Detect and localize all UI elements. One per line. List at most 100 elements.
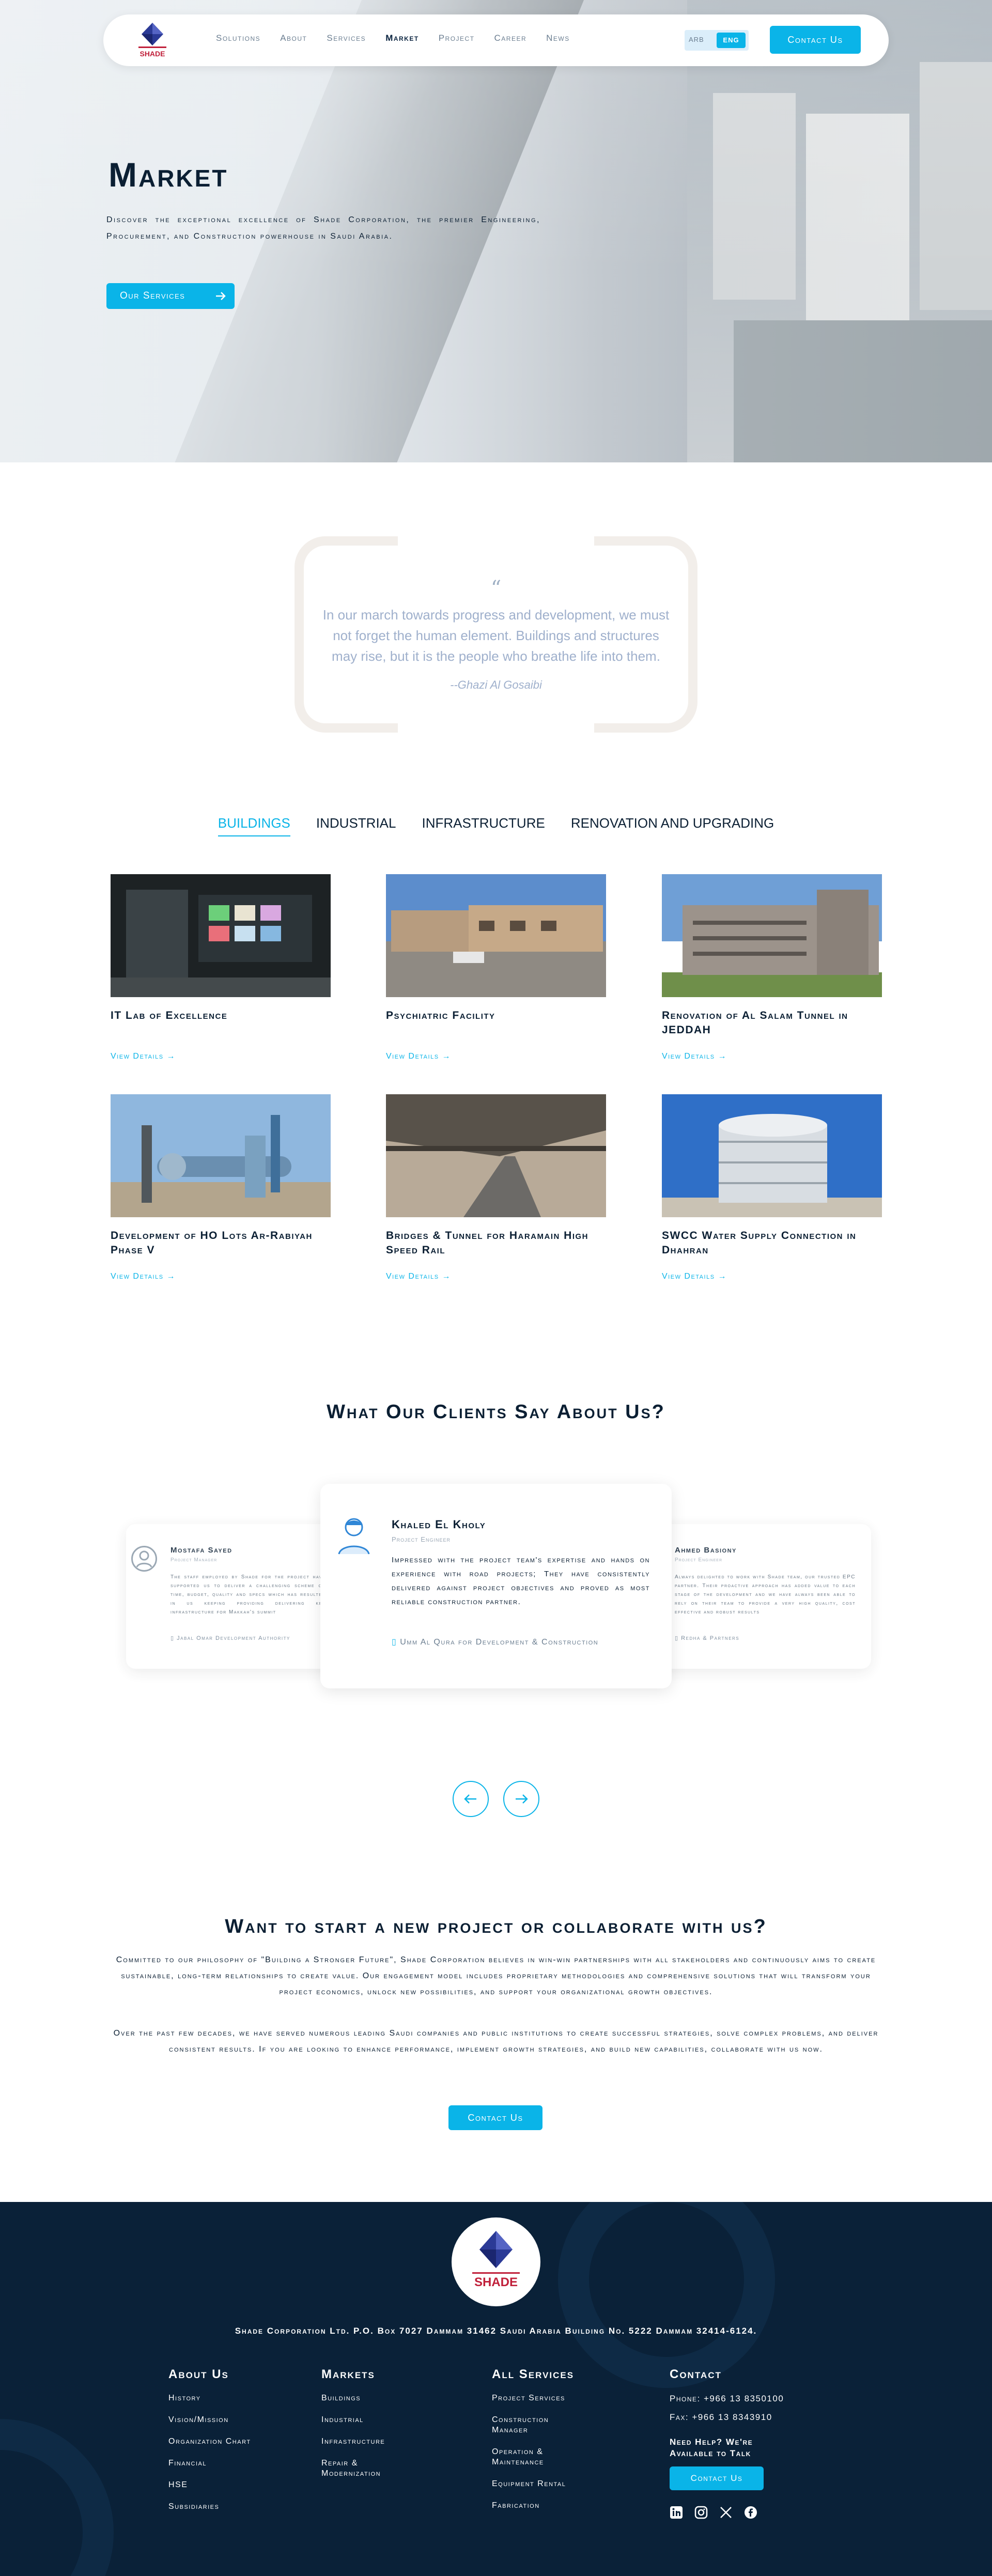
view-details-link[interactable]: View Details → (662, 1272, 727, 1281)
arrow-right-icon: → (166, 1272, 176, 1281)
social-links (670, 2506, 835, 2519)
arrow-left-icon (464, 1794, 476, 1804)
footer-link[interactable]: Equipment Rental (492, 2479, 606, 2489)
arrow-right-icon (516, 1794, 528, 1804)
linkedin-icon[interactable] (670, 2506, 683, 2519)
footer-address: Shade Corporation Ltd. P.O. Box 7027 Dam… (235, 2326, 757, 2336)
view-details-link[interactable]: View Details → (386, 1272, 451, 1281)
project-card[interactable]: Development of HO Lots Ar-Rabiyah Phase … (111, 1094, 331, 1281)
tab-buildings[interactable]: BUILDINGS (218, 815, 290, 836)
project-card[interactable]: Psychiatric Facility View Details → (386, 874, 606, 1061)
footer-services-column: All Services Project Services Constructi… (492, 2367, 606, 2522)
instagram-icon[interactable] (694, 2506, 708, 2519)
cta-contact-button[interactable]: Contact Us (448, 2105, 542, 2130)
page-title: Market (109, 156, 228, 194)
lang-arabic[interactable]: ARB (689, 36, 704, 43)
quote-block: “ In our march towards progress and deve… (295, 536, 698, 733)
footer-logo-text: SHADE (474, 2275, 518, 2289)
footer-markets-title: Markets (321, 2367, 375, 2381)
footer-help-text: Need Help? We're Available to Talk (670, 2437, 753, 2458)
footer-link[interactable]: Repair & Modernization (321, 2458, 409, 2479)
testimonial-card-right: Ahmed Basiony Project Engineer Always de… (649, 1524, 871, 1669)
view-details-link[interactable]: View Details → (386, 1052, 451, 1061)
shade-logo[interactable]: SHADE (134, 20, 171, 61)
footer-link[interactable]: Construction Manager (492, 2415, 580, 2435)
footer-link[interactable]: Vision/Mission (168, 2415, 282, 2425)
footer-about-title: About Us (168, 2367, 229, 2381)
footer-link[interactable]: Project Services (492, 2393, 606, 2403)
quote-text: In our march towards progress and develo… (322, 607, 670, 664)
our-services-label: Our Services (120, 290, 185, 301)
arrow-right-icon: → (442, 1052, 451, 1061)
footer-link[interactable]: Infrastructure (321, 2437, 425, 2447)
building-icon: ▯ (675, 1635, 681, 1641)
project-card[interactable]: Bridges & Tunnel for Haramain High Speed… (386, 1094, 606, 1281)
testimonial-name: Mostafa Sayed (171, 1546, 233, 1555)
tab-industrial[interactable]: INDUSTRIAL (316, 815, 396, 836)
footer-link[interactable]: Organization Chart (168, 2437, 251, 2447)
nav-link-services[interactable]: Services (327, 33, 366, 43)
facebook-icon[interactable] (744, 2506, 757, 2519)
project-title: Psychiatric Facility (386, 1010, 495, 1021)
testimonial-org: ▯ Umm Al Qura for Development & Construc… (392, 1638, 599, 1647)
footer-contact-button[interactable]: Contact Us (670, 2466, 764, 2490)
avatar (336, 1514, 372, 1555)
tab-renovation[interactable]: RENOVATION AND UPGRADING (571, 815, 774, 836)
testimonial-name: Ahmed Basiony (675, 1546, 737, 1555)
nav-link-solutions[interactable]: Solutions (216, 33, 260, 43)
nav-contact-button[interactable]: Contact Us (770, 26, 861, 54)
x-icon[interactable] (719, 2506, 733, 2519)
nav-link-market[interactable]: Market (385, 33, 419, 43)
testimonial-body: Impressed with the project team's expert… (392, 1556, 650, 1606)
footer-fax: Fax: +966 13 8343910 (670, 2412, 772, 2422)
footer-contact-column: Contact Phone: +966 13 8350100 Fax: +966… (670, 2367, 835, 2519)
our-services-button[interactable]: Our Services (106, 283, 235, 309)
arrow-right-icon: → (718, 1272, 727, 1281)
footer-link[interactable]: Fabrication (492, 2501, 606, 2511)
footer-link[interactable]: Industrial (321, 2415, 425, 2425)
testimonial-body: The staff employed by Shade for the proj… (171, 1574, 326, 1615)
arrow-right-icon: → (718, 1052, 727, 1061)
nav-link-about[interactable]: About (280, 33, 307, 43)
footer-link[interactable]: Operation & Maintenance (492, 2447, 580, 2468)
project-card[interactable]: SWCC Water Supply Connection in Dhahran … (662, 1094, 882, 1281)
project-title: Bridges & Tunnel for Haramain High Speed… (386, 1230, 588, 1256)
project-title: IT Lab of Excellence (111, 1010, 228, 1021)
project-title: SWCC Water Supply Connection in Dhahran (662, 1230, 857, 1256)
view-details-link[interactable]: View Details → (111, 1272, 176, 1281)
project-card[interactable]: Renovation of Al Salam Tunnel in JEDDAH … (662, 874, 882, 1061)
nav-link-news[interactable]: News (546, 33, 570, 43)
testimonial-org: ▯ Jabal Omar Development Authority (171, 1635, 290, 1641)
building-icon: ▯ (392, 1638, 400, 1647)
market-tabs: BUILDINGS INDUSTRIAL INFRASTRUCTURE RENO… (0, 815, 992, 836)
footer-link[interactable]: HSE (168, 2480, 282, 2490)
arrow-right-icon: → (166, 1052, 176, 1061)
project-image-al-salam (662, 874, 882, 997)
avatar (131, 1546, 157, 1572)
project-image-ho-lots (111, 1094, 331, 1217)
footer-link[interactable]: Buildings (321, 2393, 425, 2403)
project-image-haramain (386, 1094, 606, 1217)
footer-link[interactable]: History (168, 2393, 282, 2403)
tab-infrastructure[interactable]: INFRASTRUCTURE (422, 815, 545, 836)
project-card[interactable]: IT Lab of Excellence View Details → (111, 874, 331, 1061)
carousel-next-button[interactable] (503, 1781, 539, 1817)
testimonial-card-active: Khaled El Kholy Project Engineer Impress… (320, 1484, 672, 1688)
footer-link[interactable]: Subsidiaries (168, 2502, 282, 2512)
footer-link[interactable]: Financial (168, 2458, 282, 2469)
nav-link-career[interactable]: Career (494, 33, 527, 43)
cta-paragraph-1: Committed to our philosophy of "Building… (116, 1956, 876, 1996)
clients-section-title: What Our Clients Say About Us? (327, 1401, 665, 1423)
footer-logo[interactable]: SHADE (452, 2217, 540, 2306)
nav-link-project[interactable]: Project (439, 33, 475, 43)
footer: SHADE Shade Corporation Ltd. P.O. Box 70… (0, 2202, 992, 2576)
carousel-prev-button[interactable] (453, 1781, 489, 1817)
hero-section: SHADE Solutions About Services Market Pr… (0, 0, 992, 462)
top-navbar: SHADE Solutions About Services Market Pr… (103, 14, 889, 66)
testimonial-role: Project Manager (171, 1557, 218, 1563)
lang-english[interactable]: ENG (717, 33, 746, 48)
testimonial-role: Project Engineer (675, 1557, 723, 1563)
view-details-link[interactable]: View Details → (662, 1052, 727, 1061)
footer-about-column: About Us History Vision/Mission Organiza… (168, 2367, 282, 2523)
view-details-link[interactable]: View Details → (111, 1052, 176, 1061)
